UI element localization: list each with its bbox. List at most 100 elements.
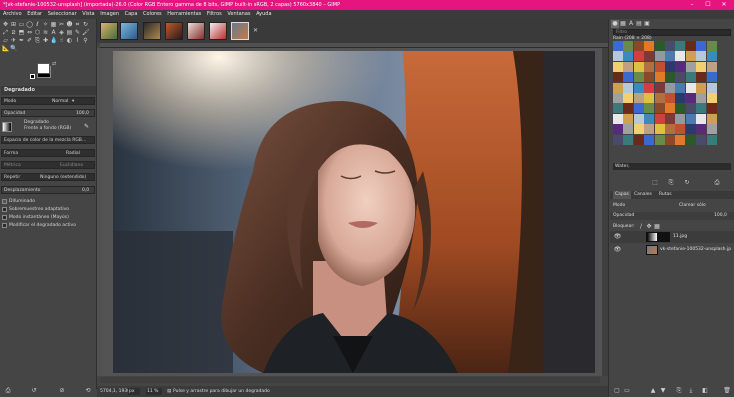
swap-colors-icon[interactable]: ⇄ bbox=[52, 61, 56, 67]
pattern-filter-input[interactable]: Filtro bbox=[613, 29, 731, 36]
pattern-swatch[interactable] bbox=[654, 61, 665, 72]
pattern-swatch[interactable] bbox=[685, 61, 696, 72]
menu-ventanas[interactable]: Ventanas bbox=[227, 11, 250, 17]
pattern-swatch[interactable] bbox=[685, 72, 696, 83]
menu-ayuda[interactable]: Ayuda bbox=[256, 11, 271, 17]
pattern-swatch[interactable] bbox=[633, 61, 644, 72]
pattern-swatch[interactable] bbox=[623, 82, 634, 93]
image-tab-4[interactable] bbox=[165, 22, 183, 40]
scissors-icon[interactable]: ✂ bbox=[58, 21, 65, 28]
pattern-swatch[interactable] bbox=[644, 51, 655, 62]
pattern-swatch[interactable] bbox=[633, 82, 644, 93]
pattern-swatch[interactable] bbox=[633, 134, 644, 145]
pattern-swatch[interactable] bbox=[613, 124, 623, 135]
pattern-tag-input[interactable]: Water, bbox=[613, 163, 731, 170]
new-layer-icon[interactable]: ▢ bbox=[613, 387, 621, 395]
pattern-swatch[interactable] bbox=[665, 93, 675, 103]
pattern-swatch[interactable] bbox=[654, 113, 665, 124]
pattern-swatch[interactable] bbox=[696, 124, 707, 135]
pattern-swatch[interactable] bbox=[623, 93, 634, 103]
blur-icon[interactable]: 💧 bbox=[50, 37, 57, 44]
default-colors-icon[interactable] bbox=[30, 74, 35, 79]
pattern-swatch[interactable] bbox=[685, 51, 696, 62]
save-options-icon[interactable]: ⎙ bbox=[4, 387, 12, 395]
repeat-value[interactable]: Ninguno (extendido) bbox=[40, 174, 86, 181]
pattern-swatch[interactable] bbox=[706, 103, 717, 114]
edit-gradient-icon[interactable]: ✎ bbox=[84, 123, 89, 130]
pattern-swatch[interactable] bbox=[696, 51, 707, 62]
unit-select[interactable]: px bbox=[128, 388, 140, 395]
pattern-swatch[interactable] bbox=[706, 51, 717, 62]
patterns-tab-icon[interactable]: ▦ bbox=[619, 20, 627, 28]
add-mask-icon[interactable]: ◧ bbox=[701, 387, 709, 395]
pattern-swatch[interactable] bbox=[633, 41, 644, 51]
pattern-swatch[interactable] bbox=[685, 93, 696, 103]
close-button[interactable]: ✕ bbox=[716, 0, 732, 10]
pattern-swatch[interactable] bbox=[633, 124, 644, 135]
pattern-swatch[interactable] bbox=[675, 124, 686, 135]
pattern-swatch[interactable] bbox=[665, 124, 675, 135]
pattern-swatch[interactable] bbox=[613, 113, 623, 124]
pattern-grid[interactable] bbox=[613, 41, 717, 145]
lock-alpha-icon[interactable]: ▦ bbox=[653, 223, 661, 231]
pattern-swatch[interactable] bbox=[654, 103, 665, 114]
foreground-color-swatch[interactable] bbox=[37, 63, 50, 74]
pattern-swatch[interactable] bbox=[644, 93, 655, 103]
visibility-eye-icon[interactable]: 👁 bbox=[613, 244, 622, 256]
pattern-swatch[interactable] bbox=[623, 124, 634, 135]
tab-canales[interactable]: Canales bbox=[634, 191, 652, 199]
pattern-swatch[interactable] bbox=[613, 41, 623, 51]
pattern-swatch[interactable] bbox=[623, 113, 634, 124]
pattern-open-icon[interactable]: ⎙ bbox=[713, 179, 721, 187]
menu-seleccionar[interactable]: Seleccionar bbox=[48, 11, 77, 17]
pattern-swatch[interactable] bbox=[644, 41, 655, 51]
modify-active-checkbox[interactable] bbox=[2, 223, 7, 228]
eraser-icon[interactable]: ▱ bbox=[2, 37, 9, 44]
pattern-swatch[interactable] bbox=[685, 113, 696, 124]
raise-layer-icon[interactable]: ▲ bbox=[649, 387, 657, 395]
pattern-swatch[interactable] bbox=[654, 124, 665, 135]
scale-icon[interactable]: ⤢ bbox=[2, 29, 9, 36]
pattern-swatch[interactable] bbox=[654, 134, 665, 145]
cage-icon[interactable]: ⬡ bbox=[34, 29, 41, 36]
duplicate-layer-icon[interactable]: ⎘ bbox=[675, 387, 683, 395]
pattern-swatch[interactable] bbox=[706, 93, 717, 103]
clone-icon[interactable]: ⎘ bbox=[34, 37, 41, 44]
pattern-swatch[interactable] bbox=[665, 51, 675, 62]
pattern-swatch[interactable] bbox=[665, 103, 675, 114]
pattern-swatch[interactable] bbox=[644, 82, 655, 93]
tab-capas[interactable]: Capas bbox=[613, 191, 631, 199]
menu-capa[interactable]: Capa bbox=[125, 11, 138, 17]
pattern-swatch[interactable] bbox=[644, 113, 655, 124]
mode-value[interactable]: Normal bbox=[52, 98, 68, 105]
pattern-swatch[interactable] bbox=[675, 72, 686, 83]
ellipse-select-icon[interactable]: ◯ bbox=[26, 21, 33, 28]
maximize-button[interactable]: ☐ bbox=[700, 0, 716, 10]
menu-imagen[interactable]: Imagen bbox=[100, 11, 119, 17]
layer-mode-value[interactable]: Clarear sólo bbox=[679, 202, 706, 209]
offset-slider[interactable]: Desplazamiento 0,0 bbox=[1, 186, 95, 194]
pattern-swatch[interactable] bbox=[644, 72, 655, 83]
pattern-swatch[interactable] bbox=[613, 93, 623, 103]
paintbrush-icon[interactable]: 🖌 bbox=[82, 29, 90, 36]
adaptive-checkbox[interactable] bbox=[2, 207, 7, 212]
opacity-slider[interactable]: Opacidad 100,0 bbox=[1, 109, 95, 117]
shear-icon[interactable]: ⧄ bbox=[10, 29, 17, 36]
gradient-tool-icon[interactable]: ▤ bbox=[66, 29, 73, 36]
image-tab-1[interactable] bbox=[100, 22, 118, 40]
pattern-swatch[interactable] bbox=[696, 82, 707, 93]
pattern-swatch[interactable] bbox=[633, 93, 644, 103]
pattern-swatch[interactable] bbox=[706, 72, 717, 83]
pattern-swatch[interactable] bbox=[665, 113, 675, 124]
pattern-swatch[interactable] bbox=[685, 82, 696, 93]
tab-close-icon[interactable]: ✕ bbox=[253, 27, 258, 34]
pattern-swatch[interactable] bbox=[623, 61, 634, 72]
lock-pixels-icon[interactable]: / bbox=[637, 223, 645, 231]
image-tab-5[interactable] bbox=[187, 22, 205, 40]
pattern-swatch[interactable] bbox=[613, 134, 623, 145]
pencil-icon[interactable]: ✎ bbox=[74, 29, 81, 36]
pattern-swatch[interactable] bbox=[675, 82, 686, 93]
pattern-swatch[interactable] bbox=[665, 61, 675, 72]
pattern-swatch[interactable] bbox=[613, 72, 623, 83]
layer-name[interactable]: vk-stefanie-100532-unsplash.jp bbox=[660, 244, 731, 256]
